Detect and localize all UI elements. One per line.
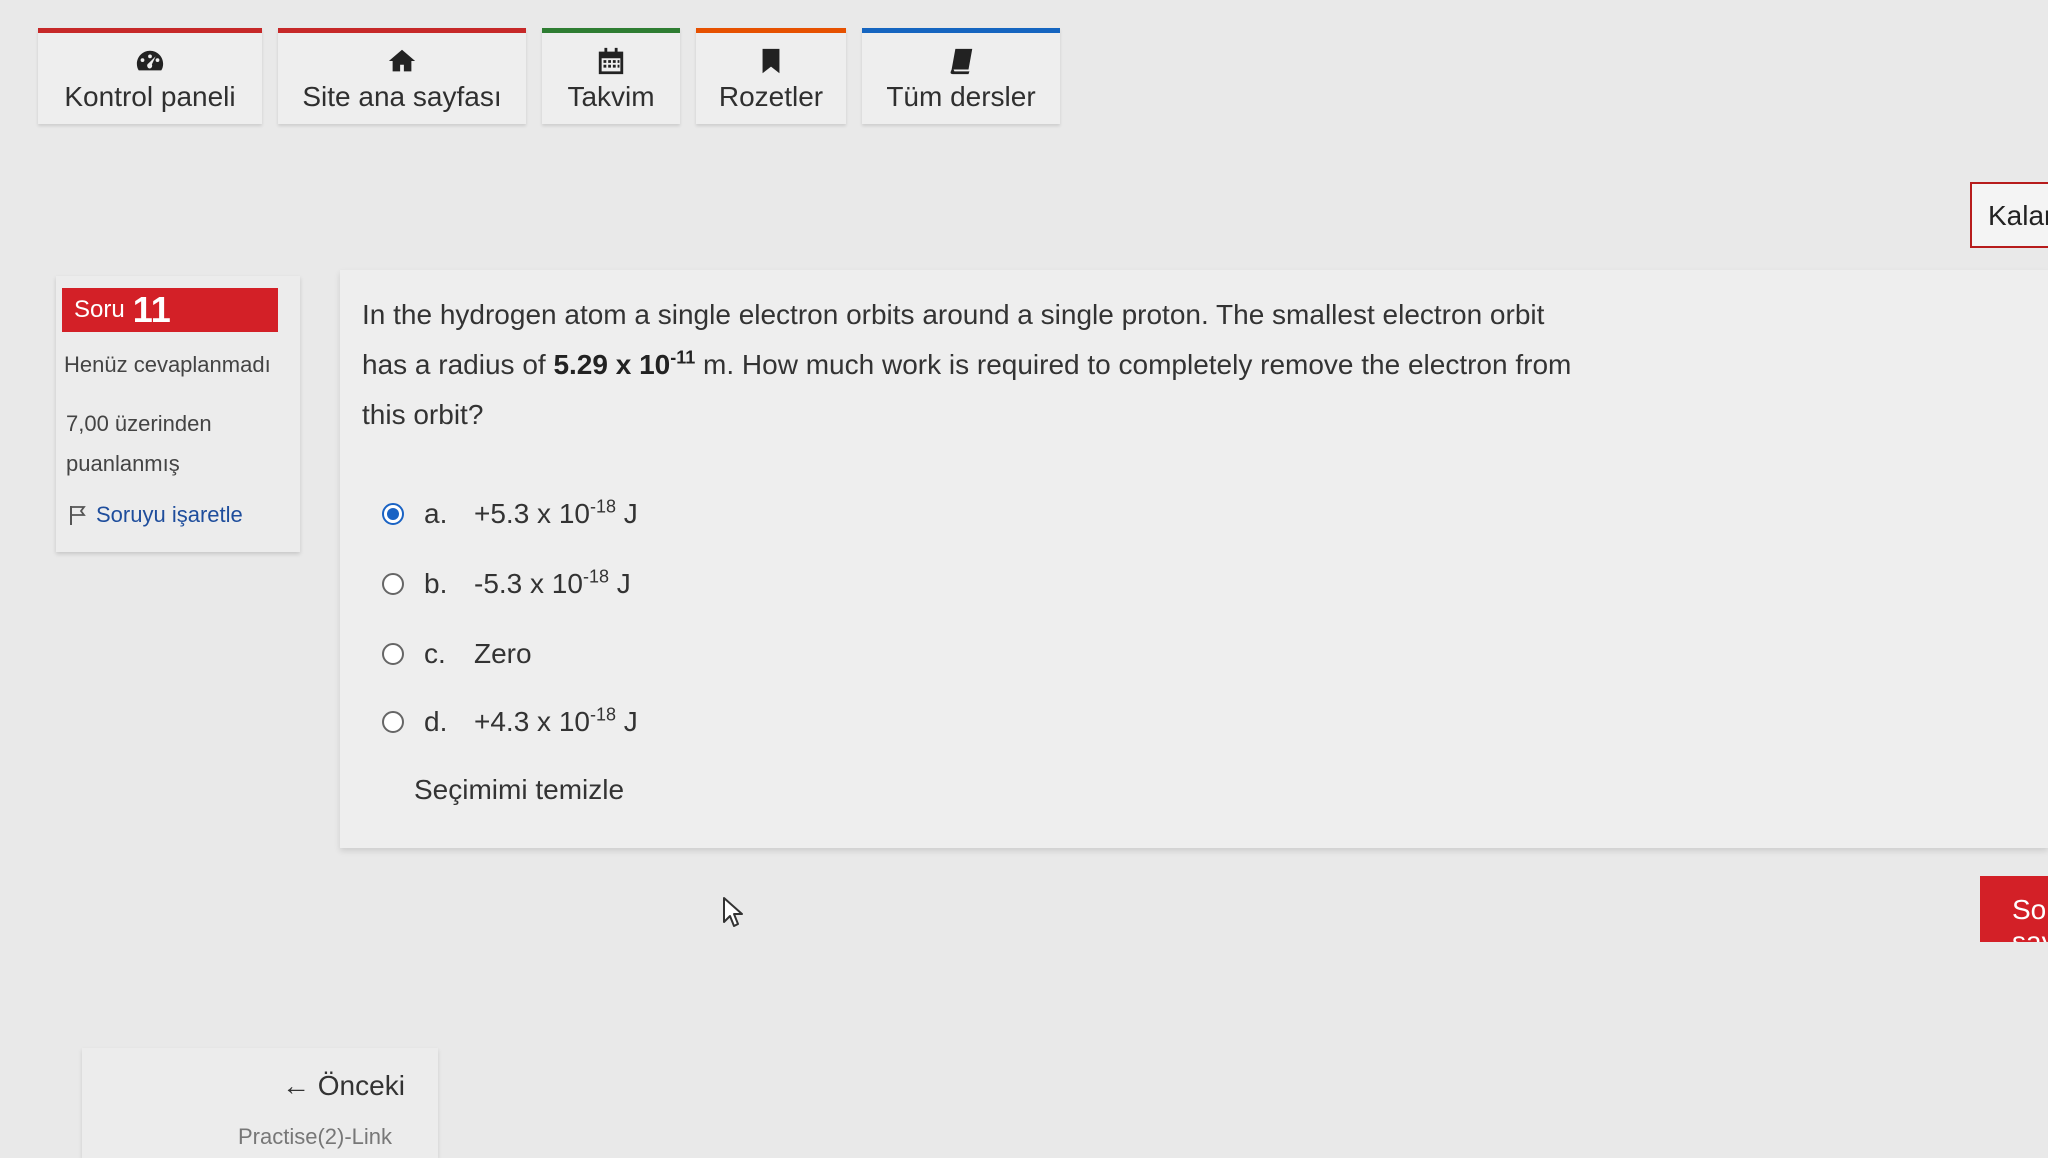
option-base: +4.3 x 10 xyxy=(474,706,590,737)
tab-label: Site ana sayfası xyxy=(302,80,502,112)
time-remaining-box: Kalan xyxy=(1970,182,2048,248)
question-number-badge: Soru 11 xyxy=(62,288,278,332)
answer-option-c[interactable]: c. Zero xyxy=(382,638,532,670)
radio-button-c[interactable] xyxy=(382,643,404,665)
question-info-panel: Soru 11 Henüz cevaplanmadı 7,00 üzerinde… xyxy=(56,276,300,552)
previous-activity-box: ← Önceki Practise(2)-Link xyxy=(82,1048,438,1158)
radius-mantissa: 5.29 x 10 xyxy=(553,349,671,380)
option-letter: b. xyxy=(424,568,448,599)
tab-label: Tüm dersler xyxy=(886,80,1036,112)
option-text: +5.3 x 10-18 J xyxy=(474,498,638,530)
flag-question-label: Soruyu işaretle xyxy=(96,502,243,527)
option-letter: d. xyxy=(424,706,448,737)
answer-option-b[interactable]: b. -5.3 x 10-18 J xyxy=(382,568,631,600)
tab-site-home[interactable]: Site ana sayfası xyxy=(278,28,526,124)
tab-dashboard[interactable]: Kontrol paneli xyxy=(38,28,262,124)
previous-activity-link[interactable]: Practise(2)-Link xyxy=(238,1124,392,1150)
tab-label: Rozetler xyxy=(718,80,824,112)
dashboard-icon xyxy=(135,45,165,77)
option-exponent: -18 xyxy=(582,566,609,587)
calendar-icon xyxy=(596,45,626,77)
time-remaining-label: Kalan xyxy=(1988,200,2048,231)
question-grade: 7,00 üzerinden puanlanmış xyxy=(66,404,212,484)
radio-button-b[interactable] xyxy=(382,573,404,595)
option-letter: a. xyxy=(424,498,448,529)
option-exponent: -18 xyxy=(589,496,616,517)
question-number: 11 xyxy=(132,289,171,330)
tab-label: Takvim xyxy=(567,80,655,112)
tab-all-courses[interactable]: Tüm dersler xyxy=(862,28,1060,124)
option-unit: J xyxy=(616,498,638,529)
next-page-button[interactable]: Sonraki sayfa xyxy=(1980,876,2048,942)
option-text: -5.3 x 10-18 J xyxy=(474,568,631,600)
flag-icon xyxy=(70,506,86,525)
option-unit: J xyxy=(616,706,638,737)
radio-button-a[interactable] xyxy=(382,503,404,525)
grade-line-1: 7,00 üzerinden xyxy=(66,411,212,436)
mouse-cursor-icon xyxy=(723,897,743,927)
flag-question-link[interactable]: Soruyu işaretle xyxy=(68,502,243,528)
question-word: Soru xyxy=(74,296,125,323)
home-icon xyxy=(387,45,417,77)
option-text: Zero xyxy=(474,638,532,669)
option-base: +5.3 x 10 xyxy=(474,498,590,529)
option-base: -5.3 x 10 xyxy=(474,568,583,599)
option-unit: J xyxy=(608,568,631,599)
tab-badges[interactable]: Rozetler xyxy=(696,28,846,124)
previous-activity-button[interactable]: ← Önceki xyxy=(282,1070,405,1102)
radio-button-d[interactable] xyxy=(382,711,404,733)
option-letter: c. xyxy=(424,638,446,669)
bookmark-icon xyxy=(756,45,786,77)
tab-calendar[interactable]: Takvim xyxy=(542,28,680,124)
answer-option-a[interactable]: a. +5.3 x 10-18 J xyxy=(382,498,638,530)
answer-option-d[interactable]: d. +4.3 x 10-18 J xyxy=(382,706,638,738)
radius-value: 5.29 x 10-11 xyxy=(553,349,695,380)
option-text: +4.3 x 10-18 J xyxy=(474,706,638,738)
radius-exponent: -11 xyxy=(670,347,696,368)
tab-label: Kontrol paneli xyxy=(64,80,236,112)
book-icon xyxy=(946,45,976,77)
clear-selection-link[interactable]: Seçimimi temizle xyxy=(414,774,624,806)
top-navigation: Kontrol paneli Site ana sayfası Takvim R… xyxy=(38,28,1076,124)
option-exponent: -18 xyxy=(589,704,616,725)
question-state: Henüz cevaplanmadı xyxy=(64,352,271,377)
question-card: In the hydrogen atom a single electron o… xyxy=(340,270,2048,848)
grade-line-2: puanlanmış xyxy=(66,451,180,476)
question-text: In the hydrogen atom a single electron o… xyxy=(362,290,1582,440)
